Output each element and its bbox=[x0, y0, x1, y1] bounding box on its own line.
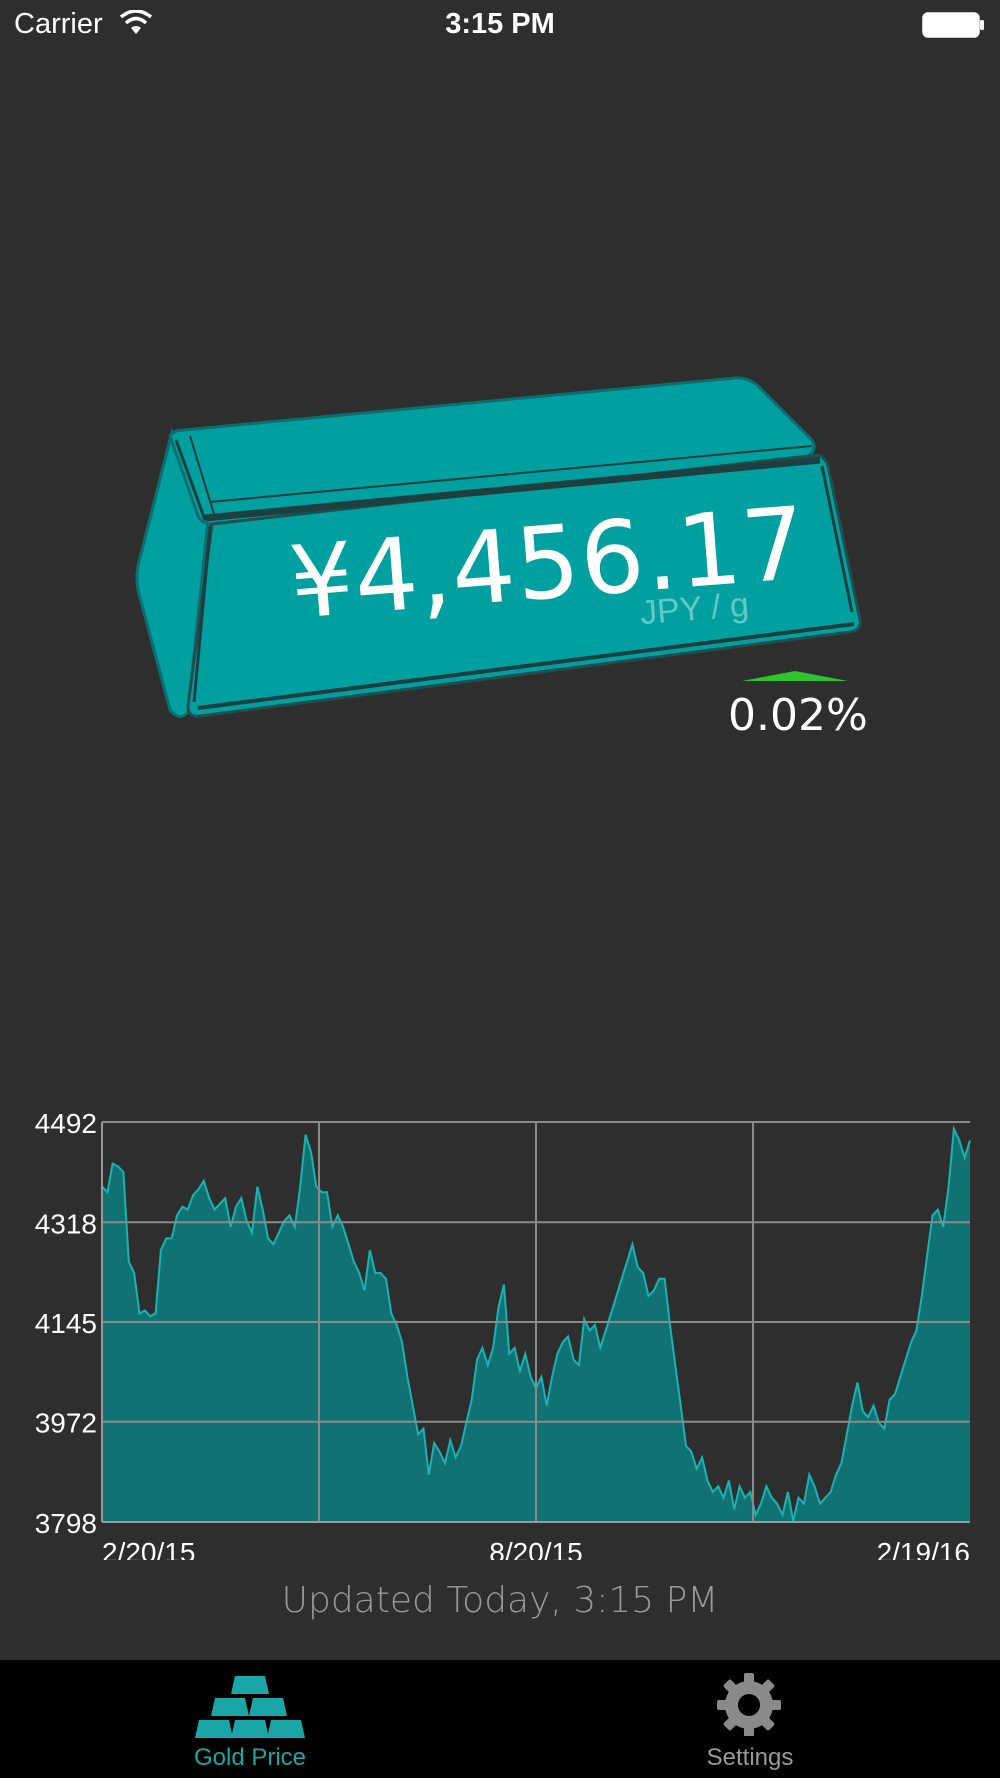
tab-bar: Gold Price Settings bbox=[0, 1660, 1000, 1778]
change-up-arrow-icon bbox=[742, 671, 848, 681]
y-tick-label: 3798 bbox=[35, 1508, 97, 1539]
gold-price-display: ¥4,456.17 JPY / g 0.02% bbox=[0, 0, 1000, 760]
y-tick-label: 4318 bbox=[35, 1208, 97, 1239]
x-tick-label: 2/19/16 bbox=[877, 1537, 970, 1560]
x-tick-label: 8/20/15 bbox=[489, 1537, 582, 1560]
gear-icon bbox=[717, 1673, 781, 1736]
y-tick-label: 4145 bbox=[35, 1308, 97, 1339]
y-tick-label: 3972 bbox=[35, 1408, 97, 1439]
updated-timestamp: Updated Today, 3:15 PM bbox=[281, 1580, 719, 1621]
tab-settings-label: Settings bbox=[706, 1744, 794, 1771]
y-tick-label: 4492 bbox=[35, 1108, 97, 1139]
gold-bars-icon bbox=[195, 1676, 305, 1738]
tab-gold-price[interactable]: Gold Price bbox=[100, 1660, 400, 1778]
tab-gold-price-label: Gold Price bbox=[193, 1744, 307, 1771]
x-tick-label: 2/20/15 bbox=[102, 1537, 195, 1560]
tab-settings[interactable]: Settings bbox=[600, 1660, 900, 1778]
change-percent: 0.02% bbox=[728, 690, 868, 741]
chart-svg: 4492 4318 4145 3972 37982/20/15 8/20/15 2/19/1… bbox=[35, 1108, 971, 1560]
gold-bar-icon bbox=[135, 376, 862, 718]
price-history-chart: 4492 4318 4145 3972 3798 2/20/15 8/20/15 2/19/1… bbox=[0, 1100, 1000, 1560]
